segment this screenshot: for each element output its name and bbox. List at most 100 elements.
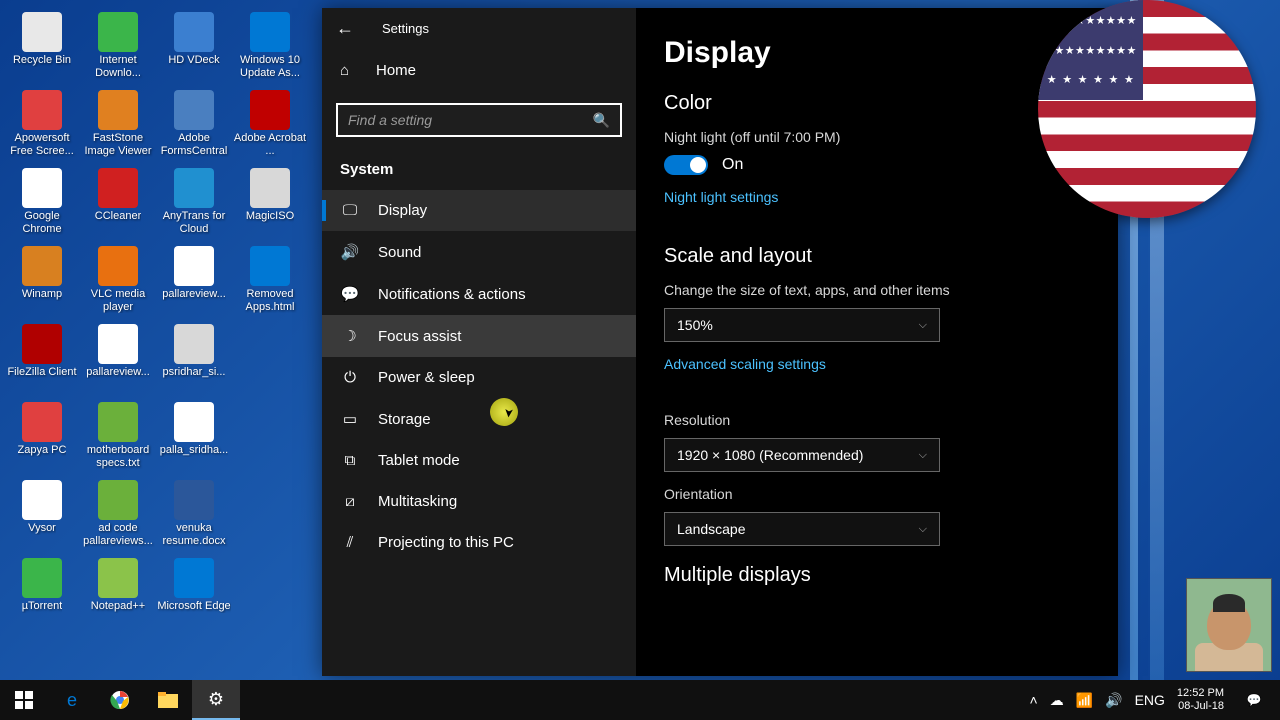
- scale-dropdown[interactable]: 150% ⌵: [664, 308, 940, 342]
- search-box[interactable]: 🔍: [336, 103, 622, 137]
- app-icon: [22, 168, 62, 208]
- start-button[interactable]: [0, 680, 48, 720]
- desktop-icon[interactable]: palla_sridha...: [156, 398, 232, 472]
- nav-item-display[interactable]: 🖵 Display: [322, 190, 636, 231]
- desktop-icon[interactable]: FileZilla Client: [4, 320, 80, 394]
- nav-item-projecting-to-this-pc[interactable]: ⫽Projecting to this PC: [322, 522, 636, 563]
- nav-icon: 💬: [340, 285, 360, 303]
- resolution-label: Resolution: [664, 412, 1090, 428]
- home-button[interactable]: ⌂ Home: [322, 48, 636, 93]
- nav-item-tablet-mode[interactable]: ⧉ Tablet mode: [322, 440, 636, 481]
- settings-window: ← Settings ⌂ Home 🔍 System 🖵Display🔊Soun…: [322, 8, 1118, 676]
- icon-label: Adobe FormsCentral: [157, 132, 231, 157]
- desktop-icon[interactable]: Notepad++: [80, 554, 156, 628]
- search-input[interactable]: [348, 112, 593, 128]
- desktop-icon[interactable]: Internet Downlo...: [80, 8, 156, 82]
- night-light-settings-link[interactable]: Night light settings: [664, 189, 778, 205]
- tray-language[interactable]: ENG: [1135, 692, 1165, 708]
- multiple-displays-header: Multiple displays: [664, 564, 1090, 587]
- app-icon: [98, 12, 138, 52]
- desktop-icon[interactable]: Adobe FormsCentral: [156, 86, 232, 160]
- desktop-icon[interactable]: pallareview...: [80, 320, 156, 394]
- icon-label: MagicISO: [246, 210, 294, 223]
- icon-label: Windows 10 Update As...: [233, 54, 307, 79]
- desktop-icon[interactable]: Windows 10 Update As...: [232, 8, 308, 82]
- system-tray: ˄ ☁ 📶 🔊 ENG: [1030, 692, 1165, 709]
- orientation-dropdown[interactable]: Landscape ⌵: [664, 512, 940, 546]
- nav-item-storage[interactable]: ▭Storage: [322, 398, 636, 440]
- tray-chevron-icon[interactable]: ˄: [1030, 692, 1038, 708]
- taskbar-clock[interactable]: 12:52 PM 08-Jul-18: [1177, 687, 1224, 712]
- desktop-icon[interactable]: Google Chrome: [4, 164, 80, 238]
- desktop-icon[interactable]: µTorrent: [4, 554, 80, 628]
- color-section-header: Color: [664, 92, 1090, 115]
- taskbar-settings[interactable]: ⚙: [192, 680, 240, 720]
- icon-label: ad code pallareviews...: [81, 522, 155, 547]
- nav-item-focus-assist[interactable]: ☽Focus assist: [322, 315, 636, 357]
- taskbar-edge[interactable]: e: [48, 680, 96, 720]
- nav-icon: ☽: [340, 327, 360, 345]
- desktop-icon[interactable]: Apowersoft Free Scree...: [4, 86, 80, 160]
- app-icon: [22, 246, 62, 286]
- nav-icon: ▭: [340, 410, 360, 428]
- nav-label: Display: [378, 202, 427, 219]
- nav-item-sound[interactable]: 🔊Sound: [322, 231, 636, 273]
- desktop-icon[interactable]: Vysor: [4, 476, 80, 550]
- scale-section-header: Scale and layout: [664, 245, 1090, 268]
- tray-wifi-icon[interactable]: 📶: [1076, 692, 1093, 709]
- app-icon: [22, 480, 62, 520]
- advanced-scaling-link[interactable]: Advanced scaling settings: [664, 356, 826, 372]
- desktop-icon[interactable]: MagicISO: [232, 164, 308, 238]
- app-icon: [174, 402, 214, 442]
- icon-label: pallareview...: [162, 288, 226, 301]
- app-icon: [98, 480, 138, 520]
- app-icon: [22, 90, 62, 130]
- nav-icon: ⧄: [340, 493, 360, 510]
- home-icon: ⌂: [340, 62, 358, 79]
- nav-icon: 🖵: [340, 202, 360, 219]
- app-icon: [174, 168, 214, 208]
- nav-icon: ⧉: [340, 452, 360, 469]
- resolution-dropdown[interactable]: 1920 × 1080 (Recommended) ⌵: [664, 438, 940, 472]
- desktop-icon[interactable]: Winamp: [4, 242, 80, 316]
- desktop-icon[interactable]: venuka resume.docx: [156, 476, 232, 550]
- desktop-icon[interactable]: Recycle Bin: [4, 8, 80, 82]
- desktop-icon[interactable]: AnyTrans for Cloud: [156, 164, 232, 238]
- icon-label: CCleaner: [95, 210, 141, 223]
- app-icon: [98, 402, 138, 442]
- icon-label: Microsoft Edge: [157, 600, 230, 613]
- desktop-icon[interactable]: Removed Apps.html: [232, 242, 308, 316]
- icon-label: Apowersoft Free Scree...: [5, 132, 79, 157]
- icon-label: venuka resume.docx: [157, 522, 231, 547]
- desktop-icon[interactable]: motherboard specs.txt: [80, 398, 156, 472]
- taskbar-chrome[interactable]: [96, 680, 144, 720]
- desktop-icon[interactable]: HD VDeck: [156, 8, 232, 82]
- desktop-icon[interactable]: FastStone Image Viewer: [80, 86, 156, 160]
- icon-label: Winamp: [22, 288, 62, 301]
- desktop-icon[interactable]: VLC media player: [80, 242, 156, 316]
- desktop-icon[interactable]: Adobe Acrobat ...: [232, 86, 308, 160]
- icon-label: Removed Apps.html: [233, 288, 307, 313]
- tray-onedrive-icon[interactable]: ☁: [1050, 692, 1064, 709]
- search-icon: 🔍: [593, 112, 610, 129]
- desktop-icon[interactable]: ad code pallareviews...: [80, 476, 156, 550]
- nav-list: 🖵 Display 🔊Sound💬Notifications & actions☽F…: [322, 190, 636, 676]
- nav-label: Tablet mode: [378, 452, 460, 469]
- tray-volume-icon[interactable]: 🔊: [1105, 692, 1122, 709]
- desktop-icon[interactable]: CCleaner: [80, 164, 156, 238]
- taskbar-file-explorer[interactable]: [144, 680, 192, 720]
- nav-item-multitasking[interactable]: ⧄Multitasking: [322, 481, 636, 522]
- desktop-icon[interactable]: Zapya PC: [4, 398, 80, 472]
- nav-item-power-sleep[interactable]: ⏻Power & sleep: [322, 357, 636, 398]
- desktop-icon[interactable]: psridhar_si...: [156, 320, 232, 394]
- night-light-label: Night light (off until 7:00 PM): [664, 129, 1090, 145]
- back-button[interactable]: ←: [336, 18, 354, 39]
- nav-item-notifications-actions[interactable]: 💬Notifications & actions: [322, 273, 636, 315]
- action-center-button[interactable]: 💬: [1234, 680, 1274, 720]
- settings-sidebar: ← Settings ⌂ Home 🔍 System 🖵Display🔊Soun…: [322, 8, 636, 676]
- desktop-icon[interactable]: pallareview...: [156, 242, 232, 316]
- nav-icon: ⏻: [340, 369, 360, 386]
- app-icon: [250, 246, 290, 286]
- desktop-icon[interactable]: Microsoft Edge: [156, 554, 232, 628]
- night-light-toggle[interactable]: [664, 155, 708, 175]
